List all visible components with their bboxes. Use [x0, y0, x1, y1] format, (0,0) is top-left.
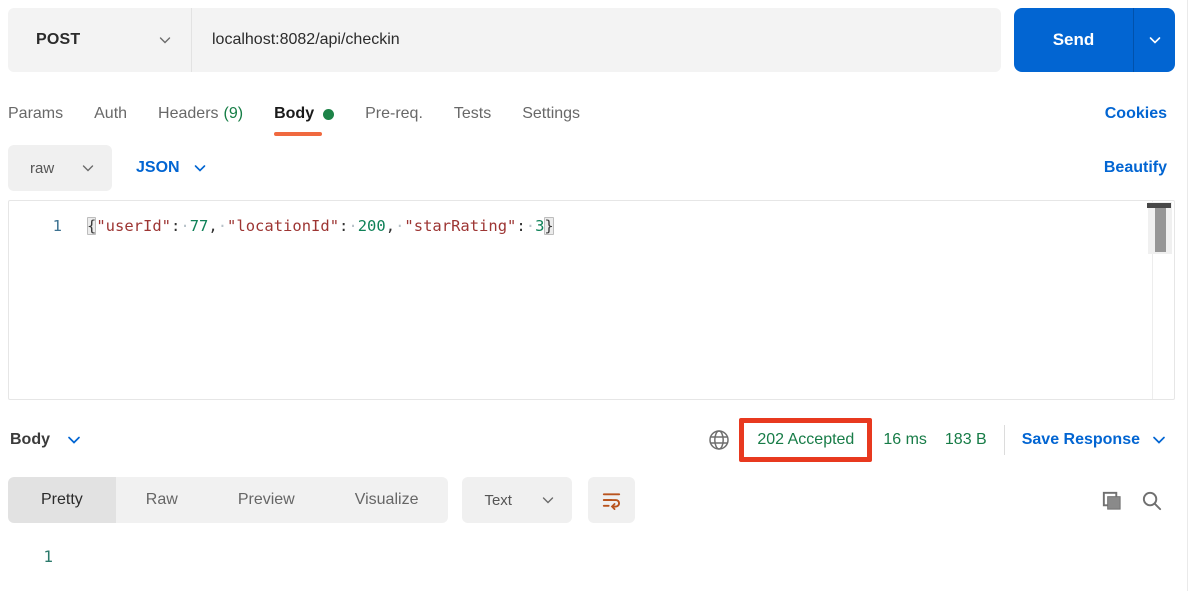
cookies-link[interactable]: Cookies — [1105, 92, 1167, 136]
divider — [1004, 425, 1005, 455]
tab-label: Pre-req. — [365, 105, 423, 123]
response-time: 16 ms — [883, 431, 927, 449]
response-body-select-label[interactable]: Body — [10, 431, 50, 449]
view-tab-visualize[interactable]: Visualize — [325, 477, 449, 523]
body-format-label: raw — [30, 160, 54, 177]
tab-headers[interactable]: Headers (9) — [158, 92, 243, 136]
chevron-down-icon — [1151, 432, 1167, 448]
code-line: 1 {"userId":·77,·"locationId":·200,·"sta… — [9, 201, 1174, 238]
tab-pre-request[interactable]: Pre-req. — [365, 92, 423, 136]
chevron-down-icon — [80, 160, 96, 176]
request-tabs: Params Auth Headers (9) Body Pre-req. Te… — [8, 92, 1167, 136]
body-format-select[interactable]: raw — [8, 145, 112, 191]
response-line-number: 1 — [0, 545, 78, 569]
send-button-group: Send — [1014, 8, 1175, 72]
method-select[interactable]: POST — [8, 8, 192, 72]
chevron-down-icon — [192, 160, 208, 176]
send-options-button[interactable] — [1133, 8, 1175, 72]
chevron-down-icon — [157, 32, 173, 48]
scrollbar-thumb[interactable] — [1155, 208, 1166, 252]
wrap-lines-button[interactable] — [588, 477, 635, 523]
request-body-editor[interactable]: 1 {"userId":·77,·"locationId":·200,·"sta… — [8, 200, 1175, 400]
postman-request-panel: POST localhost:8082/api/checkin Send Par… — [0, 0, 1188, 591]
headers-count-badge: (9) — [224, 105, 244, 123]
response-toolbar: Pretty Raw Preview Visualize Text — [8, 476, 1163, 524]
tab-params[interactable]: Params — [8, 92, 63, 136]
save-response-label: Save Response — [1022, 431, 1140, 449]
tab-label: Headers — [158, 105, 218, 123]
language-select[interactable]: JSON — [136, 159, 208, 177]
response-status-cluster: 202 Accepted 16 ms 183 B Save Response — [707, 418, 1167, 462]
tab-settings[interactable]: Settings — [522, 92, 580, 136]
tab-tests[interactable]: Tests — [454, 92, 491, 136]
response-size: 183 B — [945, 431, 987, 449]
response-format-select[interactable]: Text — [462, 477, 572, 523]
response-view-switcher: Pretty Raw Preview Visualize — [8, 477, 448, 523]
view-tab-pretty[interactable]: Pretty — [8, 477, 116, 523]
tab-label: Settings — [522, 105, 580, 123]
response-toolbar-icons — [1100, 489, 1163, 512]
annotation-highlight-box: 202 Accepted — [739, 418, 872, 462]
chevron-down-icon[interactable] — [66, 432, 82, 448]
line-number: 1 — [9, 214, 87, 238]
wrap-text-icon — [600, 489, 623, 512]
tab-label: Params — [8, 105, 63, 123]
method-label: POST — [36, 31, 80, 49]
url-input[interactable]: localhost:8082/api/checkin — [192, 8, 1001, 72]
beautify-link[interactable]: Beautify — [1104, 159, 1167, 177]
chevron-down-icon — [1147, 32, 1163, 48]
response-body-area[interactable]: 1 — [0, 524, 1187, 569]
search-icon[interactable] — [1140, 489, 1163, 512]
request-url-row: POST localhost:8082/api/checkin Send — [0, 0, 1187, 72]
response-status-code: 202 Accepted — [757, 431, 854, 448]
tab-label: Body — [274, 105, 314, 123]
body-modified-dot-icon — [323, 109, 334, 120]
tab-label: Auth — [94, 105, 127, 123]
response-format-label: Text — [484, 492, 512, 509]
language-label: JSON — [136, 159, 180, 177]
tab-auth[interactable]: Auth — [94, 92, 127, 136]
body-options-row: raw JSON Beautify — [8, 144, 1167, 192]
tab-body[interactable]: Body — [274, 92, 334, 136]
send-button[interactable]: Send — [1014, 8, 1133, 72]
copy-icon[interactable] — [1100, 489, 1123, 512]
response-meta-row: Body 202 Accepted 16 ms 183 B Save Respo… — [10, 414, 1167, 466]
view-tab-preview[interactable]: Preview — [208, 477, 325, 523]
view-tab-raw[interactable]: Raw — [116, 477, 208, 523]
network-globe-icon — [707, 428, 731, 452]
chevron-down-icon — [540, 492, 556, 508]
tab-label: Tests — [454, 105, 491, 123]
save-response-button[interactable]: Save Response — [1022, 431, 1167, 449]
url-box: POST localhost:8082/api/checkin — [8, 8, 1001, 72]
request-code-line-content[interactable]: {"userId":·77,·"locationId":·200,·"starR… — [87, 214, 554, 238]
active-tab-indicator — [274, 132, 322, 136]
